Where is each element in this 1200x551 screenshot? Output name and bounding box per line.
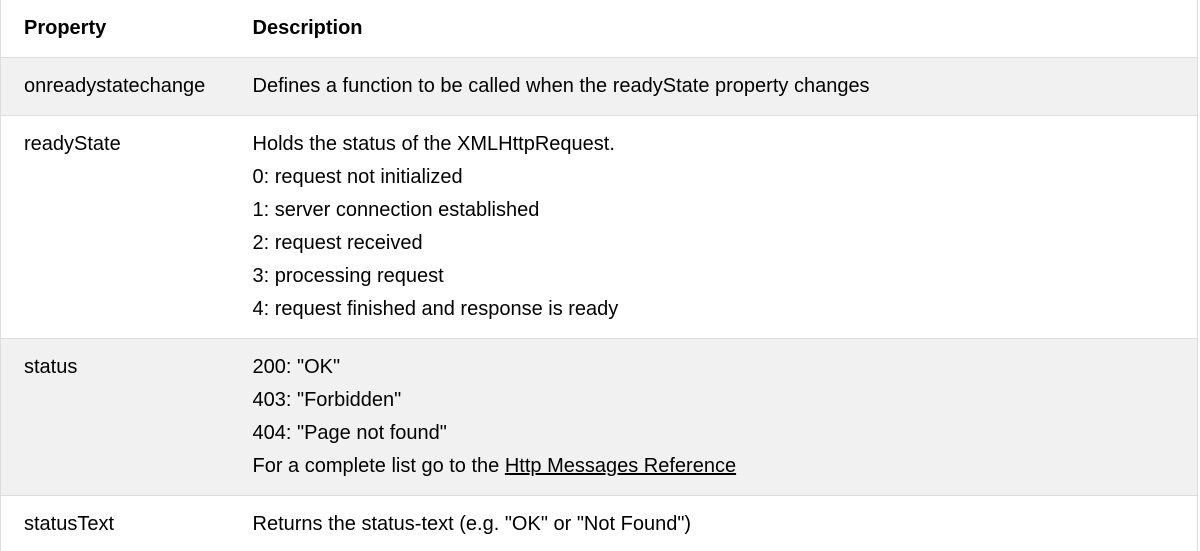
header-property: Property	[24, 17, 107, 39]
table-row: readyState Holds the status of the XMLHt…	[0, 116, 1198, 339]
table-header-row: Property Description	[0, 0, 1198, 58]
description-line: 2: request received	[252, 232, 423, 254]
link-prefix-text: For a complete list go to the	[252, 455, 505, 477]
property-reference-table: Property Description onreadystatechange …	[0, 0, 1198, 551]
property-name: statusText	[24, 513, 115, 535]
header-description: Description	[252, 17, 363, 39]
property-name: onreadystatechange	[24, 75, 206, 97]
property-name: status	[24, 356, 78, 378]
description-line: 200: "OK"	[252, 356, 341, 378]
http-messages-reference-link[interactable]: Http Messages Reference	[505, 455, 736, 477]
description-line: 404: "Page not found"	[252, 422, 447, 444]
description-line: Holds the status of the XMLHttpRequest.	[252, 133, 615, 155]
property-description: Returns the status-text (e.g. "OK" or "N…	[253, 496, 1198, 551]
table-row: statusText Returns the status-text (e.g.…	[1, 496, 1198, 551]
property-description: Defines a function to be called when the…	[253, 58, 1198, 116]
property-name: readyState	[24, 133, 121, 155]
description-line: 3: processing request	[252, 265, 444, 287]
description-line: 4: request finished and response is read…	[252, 298, 619, 320]
table-row: status 200: "OK" 403: "Forbidden" 404: "…	[0, 338, 1198, 496]
description-line-with-link: For a complete list go to the Http Messa…	[253, 450, 1198, 483]
description-line: Returns the status-text (e.g. "OK" or "N…	[252, 513, 692, 535]
description-line: 1: server connection established	[252, 199, 540, 221]
description-line: 0: request not initialized	[252, 166, 463, 188]
table-row: onreadystatechange Defines a function to…	[0, 57, 1198, 116]
description-line: Defines a function to be called when the…	[252, 75, 870, 97]
property-description: 200: "OK" 403: "Forbidden" 404: "Page no…	[253, 339, 1198, 496]
description-line: 403: "Forbidden"	[252, 389, 402, 411]
property-description: Holds the status of the XMLHttpRequest. …	[253, 116, 1198, 339]
